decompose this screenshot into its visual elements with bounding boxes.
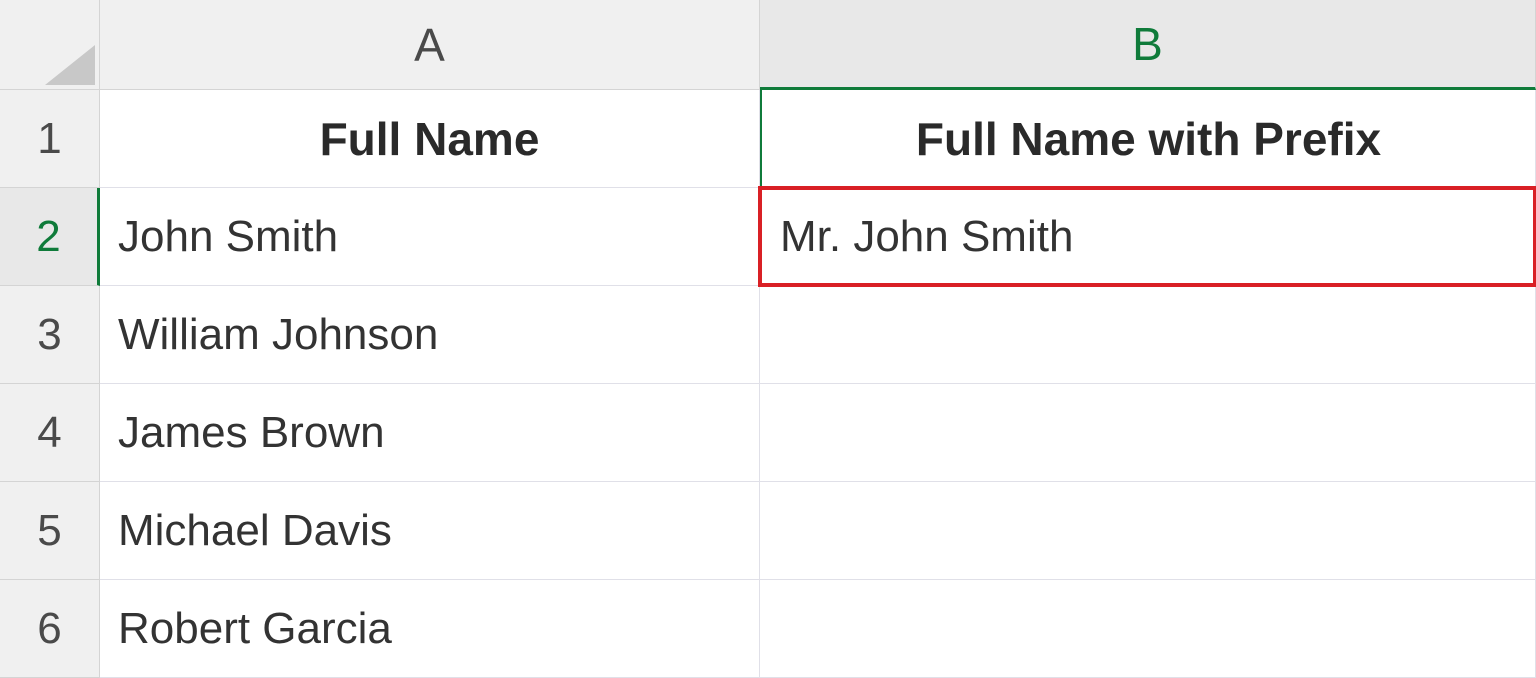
cell-B6[interactable]	[760, 580, 1536, 678]
cell-B2-text: Mr. John Smith	[780, 212, 1073, 262]
row-header-6[interactable]: 6	[0, 580, 100, 678]
select-all-corner[interactable]	[0, 0, 100, 90]
cell-B3[interactable]	[760, 286, 1536, 384]
column-header-B[interactable]: B	[760, 0, 1536, 90]
cell-A5[interactable]: Michael Davis	[100, 482, 760, 580]
cell-A4[interactable]: James Brown	[100, 384, 760, 482]
spreadsheet-grid: A B 1 Full Name Full Name with Prefix 2 …	[0, 0, 1536, 678]
cell-A2[interactable]: John Smith	[100, 188, 760, 286]
cell-B2[interactable]: Mr. John Smith	[760, 188, 1536, 286]
row-header-3[interactable]: 3	[0, 286, 100, 384]
cell-A1[interactable]: Full Name	[100, 90, 760, 188]
cell-A3[interactable]: William Johnson	[100, 286, 760, 384]
row-header-4[interactable]: 4	[0, 384, 100, 482]
cell-B1[interactable]: Full Name with Prefix	[760, 90, 1536, 188]
row-header-1[interactable]: 1	[0, 90, 100, 188]
column-header-A[interactable]: A	[100, 0, 760, 90]
cell-A6[interactable]: Robert Garcia	[100, 580, 760, 678]
cell-B5[interactable]	[760, 482, 1536, 580]
row-header-2[interactable]: 2	[0, 188, 100, 286]
cell-B4[interactable]	[760, 384, 1536, 482]
row-header-5[interactable]: 5	[0, 482, 100, 580]
